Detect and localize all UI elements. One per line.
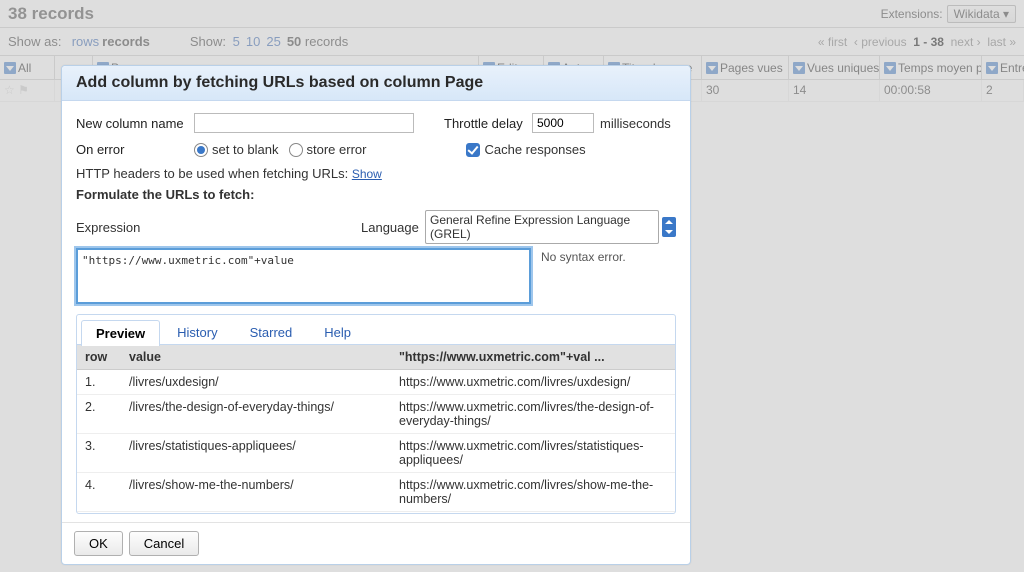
preview-cell-value: /livres/statistiques-appliquees/ xyxy=(121,434,391,473)
preview-row: 2./livres/the-design-of-everyday-things/… xyxy=(77,395,675,434)
preview-cell-value: /livres/the-design-of-everyday-things/ xyxy=(121,395,391,434)
onerror-store-label: store error xyxy=(307,142,367,157)
preview-panel: Preview History Starred Help row value "… xyxy=(76,314,676,514)
preview-row: 5./livres/comprendre-et-realiser-les-tes… xyxy=(77,512,675,514)
onerror-label: On error xyxy=(76,142,194,157)
expression-label: Expression xyxy=(76,220,361,235)
preview-cell-result: https://www.uxmetric.com/livres/statisti… xyxy=(391,434,675,473)
ok-button[interactable]: OK xyxy=(74,531,123,556)
cache-responses-label: Cache responses xyxy=(484,142,585,157)
onerror-blank-radio[interactable] xyxy=(194,143,208,157)
preview-cell-value: /livres/uxdesign/ xyxy=(121,370,391,395)
preview-cell-result: https://www.uxmetric.com/livres/show-me-… xyxy=(391,473,675,512)
preview-row: 4./livres/show-me-the-numbers/https://ww… xyxy=(77,473,675,512)
new-column-label: New column name xyxy=(76,116,194,131)
preview-col-row: row xyxy=(77,345,121,370)
dialog-footer: OK Cancel xyxy=(62,522,690,564)
language-label: Language xyxy=(361,220,425,235)
preview-row: 3./livres/statistiques-appliquees/https:… xyxy=(77,434,675,473)
tab-help[interactable]: Help xyxy=(309,319,366,345)
new-column-input[interactable] xyxy=(194,113,414,133)
preview-cell-index: 1. xyxy=(77,370,121,395)
preview-cell-index: 3. xyxy=(77,434,121,473)
onerror-store-radio[interactable] xyxy=(289,143,303,157)
preview-row: 1./livres/uxdesign/https://www.uxmetric.… xyxy=(77,370,675,395)
preview-cell-index: 4. xyxy=(77,473,121,512)
preview-cell-index: 2. xyxy=(77,395,121,434)
preview-cell-value: /livres/comprendre-et-realiser-les-tests… xyxy=(121,512,391,514)
throttle-unit: milliseconds xyxy=(600,116,671,131)
cancel-button[interactable]: Cancel xyxy=(129,531,199,556)
tabs-bar: Preview History Starred Help xyxy=(77,315,675,345)
tab-starred[interactable]: Starred xyxy=(235,319,308,345)
preview-cell-result: https://www.uxmetric.com/livres/uxdesign… xyxy=(391,370,675,395)
cache-responses-checkbox[interactable] xyxy=(466,143,480,157)
stepper-icon[interactable] xyxy=(662,217,676,237)
onerror-blank-label: set to blank xyxy=(212,142,279,157)
preview-table: row value "https://www.uxmetric.com"+val… xyxy=(77,345,675,513)
preview-cell-result: https://www.uxmetric.com/livres/the-desi… xyxy=(391,395,675,434)
preview-cell-value: /livres/show-me-the-numbers/ xyxy=(121,473,391,512)
http-headers-label: HTTP headers to be used when fetching UR… xyxy=(76,166,348,181)
add-column-fetch-dialog: Add column by fetching URLs based on col… xyxy=(61,65,691,565)
tab-history[interactable]: History xyxy=(162,319,232,345)
throttle-label: Throttle delay xyxy=(444,116,532,131)
preview-col-expr: "https://www.uxmetric.com"+val ... xyxy=(391,345,675,370)
tab-preview[interactable]: Preview xyxy=(81,320,160,346)
throttle-input[interactable] xyxy=(532,113,594,133)
dialog-title: Add column by fetching URLs based on col… xyxy=(62,66,690,101)
language-select[interactable]: General Refine Expression Language (GREL… xyxy=(425,210,659,244)
http-headers-show[interactable]: Show xyxy=(352,167,382,181)
preview-col-value: value xyxy=(121,345,391,370)
preview-cell-index: 5. xyxy=(77,512,121,514)
formulate-label: Formulate the URLs to fetch: xyxy=(76,187,676,202)
preview-cell-result: https://www.uxmetric.com/livres/comprend… xyxy=(391,512,675,514)
syntax-status: No syntax error. xyxy=(541,248,626,304)
expression-textarea[interactable] xyxy=(76,248,531,304)
